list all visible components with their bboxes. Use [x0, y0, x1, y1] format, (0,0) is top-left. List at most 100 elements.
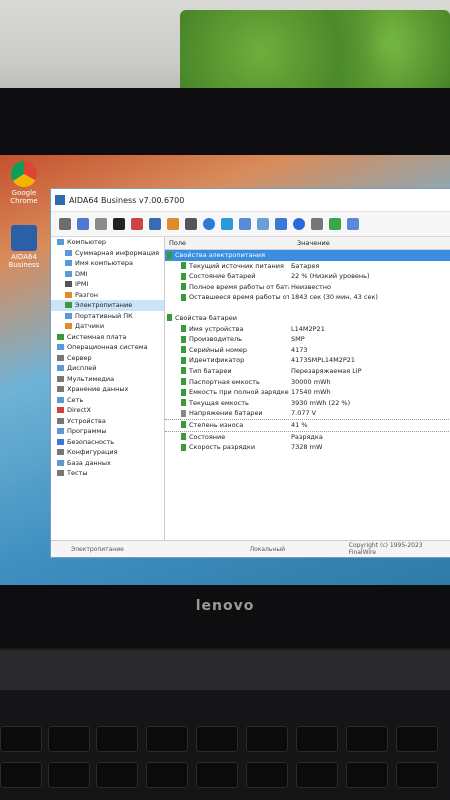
tree-item[interactable]: Дисплей [51, 363, 164, 374]
database-icon[interactable] [221, 218, 233, 230]
aida64-icon [11, 225, 37, 251]
report-icon[interactable] [257, 218, 269, 230]
details-panel: Поле Значение Свойства электропитания Те… [165, 237, 450, 540]
sensor-icon[interactable] [167, 218, 179, 230]
monitor-icon[interactable] [149, 218, 161, 230]
section-battery[interactable]: Свойства батареи [165, 313, 450, 324]
battery-icon [181, 367, 186, 375]
tree-item[interactable]: Конфигурация [51, 447, 164, 458]
desktop-icon-chrome[interactable]: Google Chrome [2, 161, 46, 205]
tree-item[interactable]: Суммарная информация [51, 248, 164, 259]
table-row[interactable]: Оставшееся время работы от ... 1843 сек (… [165, 292, 450, 303]
desktop-icon-label: AIDA64 Business [8, 253, 40, 269]
devices-icon [57, 417, 64, 424]
help-icon[interactable] [347, 218, 359, 230]
key-f8 [346, 726, 388, 752]
tree-item[interactable]: Сеть [51, 395, 164, 406]
tree-item[interactable]: Тесты [51, 468, 164, 479]
table-row[interactable]: Степень износа 41 % [165, 418, 450, 432]
computer-name-icon [65, 260, 72, 266]
table-row[interactable]: Производитель SMP [165, 334, 450, 345]
tree-item[interactable]: DMI [51, 269, 164, 280]
tree-item[interactable]: Программы [51, 426, 164, 437]
key-2 [48, 762, 90, 788]
table-row[interactable]: Идентификатор 4173SMPL14M2P21 [165, 355, 450, 366]
key-f1 [0, 726, 42, 752]
tree-item[interactable]: Безопасность [51, 437, 164, 448]
tree-item[interactable]: Датчики [51, 321, 164, 332]
user-icon[interactable] [185, 218, 197, 230]
table-row[interactable]: Текущий источник питания Батарея [165, 261, 450, 272]
battery-icon [167, 251, 172, 259]
battery-icon [181, 262, 186, 270]
storage-icon [57, 386, 64, 392]
battery-icon [181, 346, 186, 354]
column-field[interactable]: Поле [165, 237, 293, 249]
computer-icon [57, 239, 64, 245]
tree-item[interactable]: Компьютер [51, 237, 164, 248]
tree-item[interactable]: Устройства [51, 416, 164, 427]
battery-icon [181, 443, 186, 451]
toolbar [51, 212, 450, 237]
battery-icon [181, 272, 186, 280]
tests-icon [57, 470, 64, 476]
tree-item[interactable]: IPMI [51, 279, 164, 290]
computer-icon[interactable] [77, 218, 89, 230]
network-icon[interactable] [203, 218, 215, 230]
benchmark-icon[interactable] [131, 218, 143, 230]
key-1 [0, 762, 42, 788]
download-icon[interactable] [329, 218, 341, 230]
battery-icon [181, 293, 186, 301]
dmi-icon [65, 270, 72, 277]
directx-icon [57, 407, 64, 413]
tree-item[interactable]: Портативный ПК [51, 311, 164, 322]
tree-item[interactable]: Имя компьютера [51, 258, 164, 269]
motherboard-icon[interactable] [95, 218, 107, 230]
table-row[interactable]: Напряжение батареи 7.077 V [165, 408, 450, 419]
tree-item[interactable]: Разгон [51, 290, 164, 301]
tree-item[interactable]: Мультимедиа [51, 374, 164, 385]
settings-icon[interactable] [311, 218, 323, 230]
navigation-tree: Компьютер Суммарная информация Имя компь… [51, 237, 165, 540]
desktop-icon-aida64[interactable]: AIDA64 Business [2, 225, 46, 269]
table-row[interactable]: Полное время работы от бата... Неизвестно [165, 282, 450, 293]
key-f6 [246, 726, 288, 752]
table-row[interactable]: Серийный номер 4173 [165, 345, 450, 356]
tree-item[interactable]: Сервер [51, 353, 164, 364]
table-row[interactable]: Состояние Разрядка [165, 432, 450, 443]
status-mid: Локальный [249, 545, 285, 553]
column-header: Поле Значение [165, 237, 450, 250]
table-row[interactable]: Паспортная емкость 30000 mWh [165, 377, 450, 388]
overclock-icon [65, 291, 72, 298]
status-right: Copyright (c) 1995-2023 FinalWire [348, 542, 423, 556]
key-f3 [96, 726, 138, 752]
tree-item-power[interactable]: Электропитание [51, 300, 164, 311]
tree-item[interactable]: Операционная система [51, 342, 164, 353]
section-power[interactable]: Свойства электропитания [165, 250, 450, 261]
summary-icon [65, 249, 72, 256]
display-icon [57, 365, 64, 371]
multimedia-icon [57, 375, 64, 382]
tree-item[interactable]: DirectX [51, 405, 164, 416]
tree-item[interactable]: Хранение данных [51, 384, 164, 395]
key-f2 [48, 726, 90, 752]
key-3 [96, 762, 138, 788]
status-bar: Электропитание Локальный Copyright (c) 1… [51, 540, 450, 557]
programs-icon [57, 428, 64, 434]
battery-icon [181, 378, 186, 386]
tree-item[interactable]: Системная плата [51, 332, 164, 343]
tree-item[interactable]: База данных [51, 458, 164, 469]
table-row[interactable]: Имя устройства L14M2P21 [165, 324, 450, 335]
memory-icon[interactable] [113, 218, 125, 230]
tools-icon[interactable] [275, 218, 287, 230]
table-row[interactable]: Состояние батарей 22 % (Низкий уровень) [165, 271, 450, 282]
table-row[interactable]: Тип батареи Перезаряжаемая LiP [165, 366, 450, 377]
table-row[interactable]: Текущая емкость 3930 mWh (22 %) [165, 398, 450, 409]
table-row[interactable]: Скорость разрядки 7328 mW [165, 442, 450, 453]
column-value[interactable]: Значение [293, 237, 330, 249]
plant-wall [180, 10, 450, 95]
info-icon[interactable] [293, 218, 305, 230]
devices-icon[interactable] [239, 218, 251, 230]
table-row[interactable]: Емкость при полной зарядке 17540 mWh [165, 387, 450, 398]
refresh-icon[interactable] [59, 218, 71, 230]
